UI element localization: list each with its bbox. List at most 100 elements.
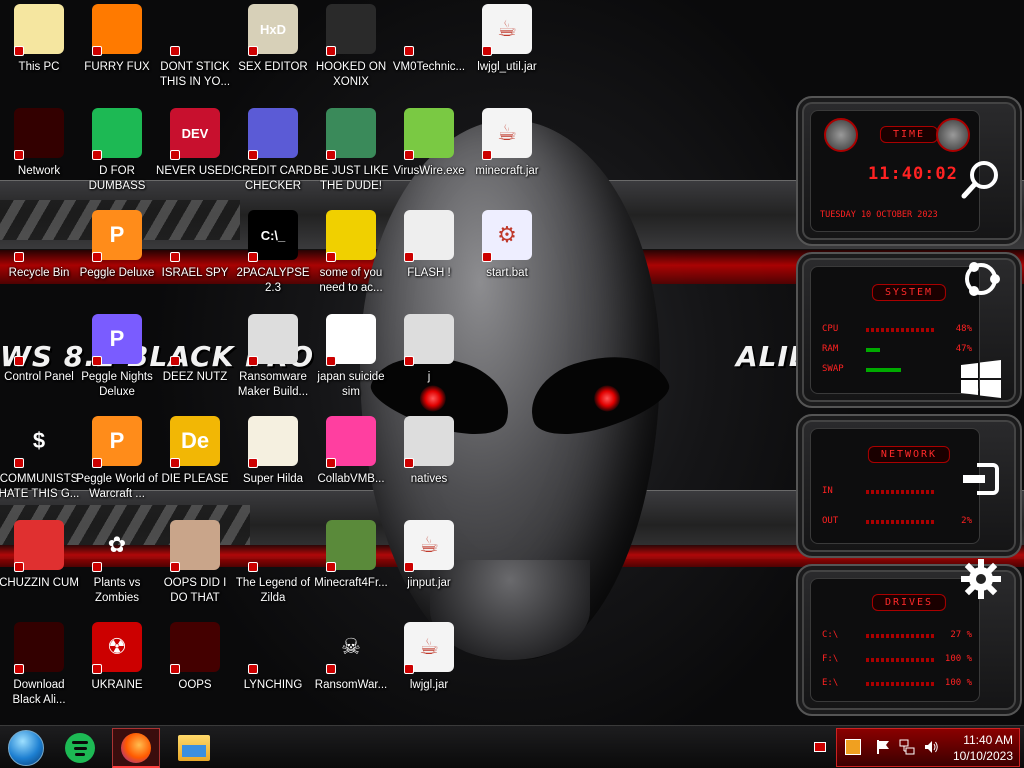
desktop-icon[interactable]: FLASH ! — [390, 210, 468, 306]
desktop-icon-label: RansomWar... — [314, 679, 388, 691]
desktop-icon[interactable]: ☕ jinput.jar — [390, 520, 468, 616]
desktop-icon[interactable]: some of you need to ac... — [312, 210, 390, 306]
desktop-icon[interactable]: ISRAEL SPY — [156, 210, 234, 306]
desktop-icon[interactable]: CHUZZIN CUM — [0, 520, 79, 616]
desktop-icon[interactable]: ☕ minecraft.jar — [468, 108, 546, 204]
control-panel-icon — [14, 314, 64, 366]
desktop-icon[interactable]: natives — [390, 416, 468, 512]
desktop-icon[interactable]: VM0Technic... — [390, 4, 468, 100]
desktop-icon[interactable]: ☕ lwjgl_util.jar — [468, 4, 546, 100]
die-icon: De — [170, 416, 220, 468]
desktop-icon[interactable]: OOPS DID I DO THAT — [156, 520, 234, 616]
desktop-icon[interactable]: BE JUST LIKE THE DUDE! — [312, 108, 390, 204]
desktop-icon[interactable]: Control Panel — [0, 314, 78, 410]
desktop-icon[interactable]: C:\_ 2PACALYPSE 2.3 — [234, 210, 312, 306]
desktop-icon[interactable]: P Peggle Nights Deluxe — [78, 314, 156, 410]
desktop-icon-label: Peggle Nights Deluxe — [81, 371, 153, 398]
desktop-icon-label: FLASH ! — [407, 267, 451, 279]
desktop-icon[interactable]: FURRY FUX — [78, 4, 156, 100]
tray-app-icon[interactable] — [845, 739, 861, 755]
desktop-icon[interactable]: The Legend of Zilda — [234, 520, 312, 616]
desktop-icon-label: jinput.jar — [407, 577, 451, 589]
desktop-icon[interactable]: j — [390, 314, 468, 410]
desktop-icon-label: CollabVMB... — [317, 473, 385, 485]
desktop-icon-label: SEX EDITOR — [238, 61, 308, 73]
desktop-icon[interactable]: $ COMMUNISTS HATE THIS G... — [0, 416, 79, 512]
shortcut-arrow-icon — [248, 458, 258, 468]
ubuntu-icon[interactable] — [958, 256, 1004, 302]
desktop-icon[interactable]: DEV NEVER USED! — [156, 108, 234, 204]
taskbar-clock[interactable]: 11:40 AM 10/10/2023 — [953, 732, 1013, 764]
desktop-icon[interactable]: ✿ Plants vs Zombies — [78, 520, 156, 616]
time-gadget-title: TIME — [879, 126, 939, 143]
desktop-icon[interactable]: HxD SEX EDITOR — [234, 4, 312, 100]
anime-girl-icon — [14, 4, 64, 56]
desktop-icon[interactable]: OOPS — [156, 622, 234, 718]
shortcut-arrow-icon — [14, 562, 24, 572]
desktop-icon[interactable]: CREDIT CARD CHECKER — [234, 108, 312, 204]
windows-stack-icon — [170, 314, 220, 366]
desktop-icon[interactable]: ☠ RansomWar... — [312, 622, 390, 718]
search-icon[interactable] — [958, 156, 1004, 202]
desktop-icon[interactable]: P Peggle Deluxe — [78, 210, 156, 306]
desktop-icon[interactable]: Network — [0, 108, 78, 204]
desktop-icon-label: some of you need to ac... — [319, 267, 383, 294]
taskbar-spotify-icon[interactable] — [56, 728, 104, 768]
red-book-icon — [170, 622, 220, 674]
desktop-icon[interactable]: ⚙ start.bat — [468, 210, 546, 306]
drive-row-e: E:\ 100 % — [822, 678, 972, 688]
desktop-icon[interactable]: Ransomware Maker Build... — [234, 314, 312, 410]
desktop-icon-label: start.bat — [486, 267, 528, 279]
desktop-icon[interactable]: Recycle Bin — [0, 210, 78, 306]
desktop-icon[interactable]: Download Black Ali... — [0, 622, 78, 718]
sign-out-icon[interactable] — [958, 456, 1004, 502]
desktop-icon[interactable]: LYNCHING — [234, 622, 312, 718]
taskbar-firefox-icon[interactable] — [112, 728, 160, 768]
desktop-icon[interactable]: japan suicide sim — [312, 314, 390, 410]
shortcut-arrow-icon — [170, 562, 180, 572]
money-bag-icon: $ — [14, 416, 64, 468]
desktop-icon[interactable]: DEEZ NUTZ — [156, 314, 234, 410]
desktop-icon-label: BE JUST LIKE THE DUDE! — [313, 165, 389, 192]
desktop-icon[interactable]: DONT STICK THIS IN YO... — [156, 4, 234, 100]
desktop-icon[interactable]: HOOKED ON XONIX — [312, 4, 390, 100]
shortcut-arrow-icon — [92, 150, 102, 160]
shortcut-arrow-icon — [14, 46, 24, 56]
desktop-icon-label: natives — [410, 473, 448, 485]
show-hidden-icons[interactable] — [814, 742, 826, 752]
desktop-icon[interactable]: ☢ UKRAINE — [78, 622, 156, 718]
desktop-icon-label: j — [427, 371, 431, 383]
start-orb-icon[interactable] — [2, 728, 50, 768]
windows-logo-icon[interactable] — [958, 356, 1004, 402]
desktop-icon[interactable]: P Peggle World of Warcraft ... — [76, 416, 158, 512]
desktop-icon[interactable]: Minecraft4Fr... — [312, 520, 390, 616]
shortcut-arrow-icon — [404, 46, 414, 56]
desktop-icon[interactable]: VirusWire.exe — [390, 108, 468, 204]
desktop-icon[interactable]: ☕ lwjgl.jar — [390, 622, 468, 718]
network-icon[interactable] — [899, 739, 915, 755]
desktop-icon-label: Peggle Deluxe — [79, 267, 155, 279]
flag-icon[interactable] — [875, 739, 891, 755]
desktop-icon[interactable]: CollabVMB... — [312, 416, 390, 512]
volume-icon[interactable] — [923, 739, 939, 755]
shortcut-arrow-icon — [248, 150, 258, 160]
file-explorer-icon[interactable] — [170, 728, 218, 768]
desktop-icon[interactable]: D FOR DUMBASS — [78, 108, 156, 204]
desktop-icon[interactable]: This PC — [0, 4, 78, 100]
shortcut-arrow-icon — [482, 46, 492, 56]
shortcut-arrow-icon — [482, 252, 492, 262]
shortcut-arrow-icon — [92, 252, 102, 262]
shortcut-arrow-icon — [92, 458, 102, 468]
desktop-icon-label: This PC — [18, 61, 60, 73]
shortcut-arrow-icon — [170, 252, 180, 262]
peggle-nights-icon: P — [92, 314, 142, 366]
desktop-icon-label: Recycle Bin — [8, 267, 70, 279]
gear-icon[interactable] — [958, 556, 1004, 602]
minecraft-block-icon — [326, 520, 376, 572]
noose-icon — [248, 622, 298, 674]
shortcut-arrow-icon — [170, 356, 180, 366]
blank-file-icon — [404, 314, 454, 366]
desktop-icon[interactable]: De DIE PLEASE — [156, 416, 234, 512]
desktop-icon-label: NEVER USED! — [156, 165, 234, 177]
desktop-icon[interactable]: Super Hilda — [234, 416, 312, 512]
